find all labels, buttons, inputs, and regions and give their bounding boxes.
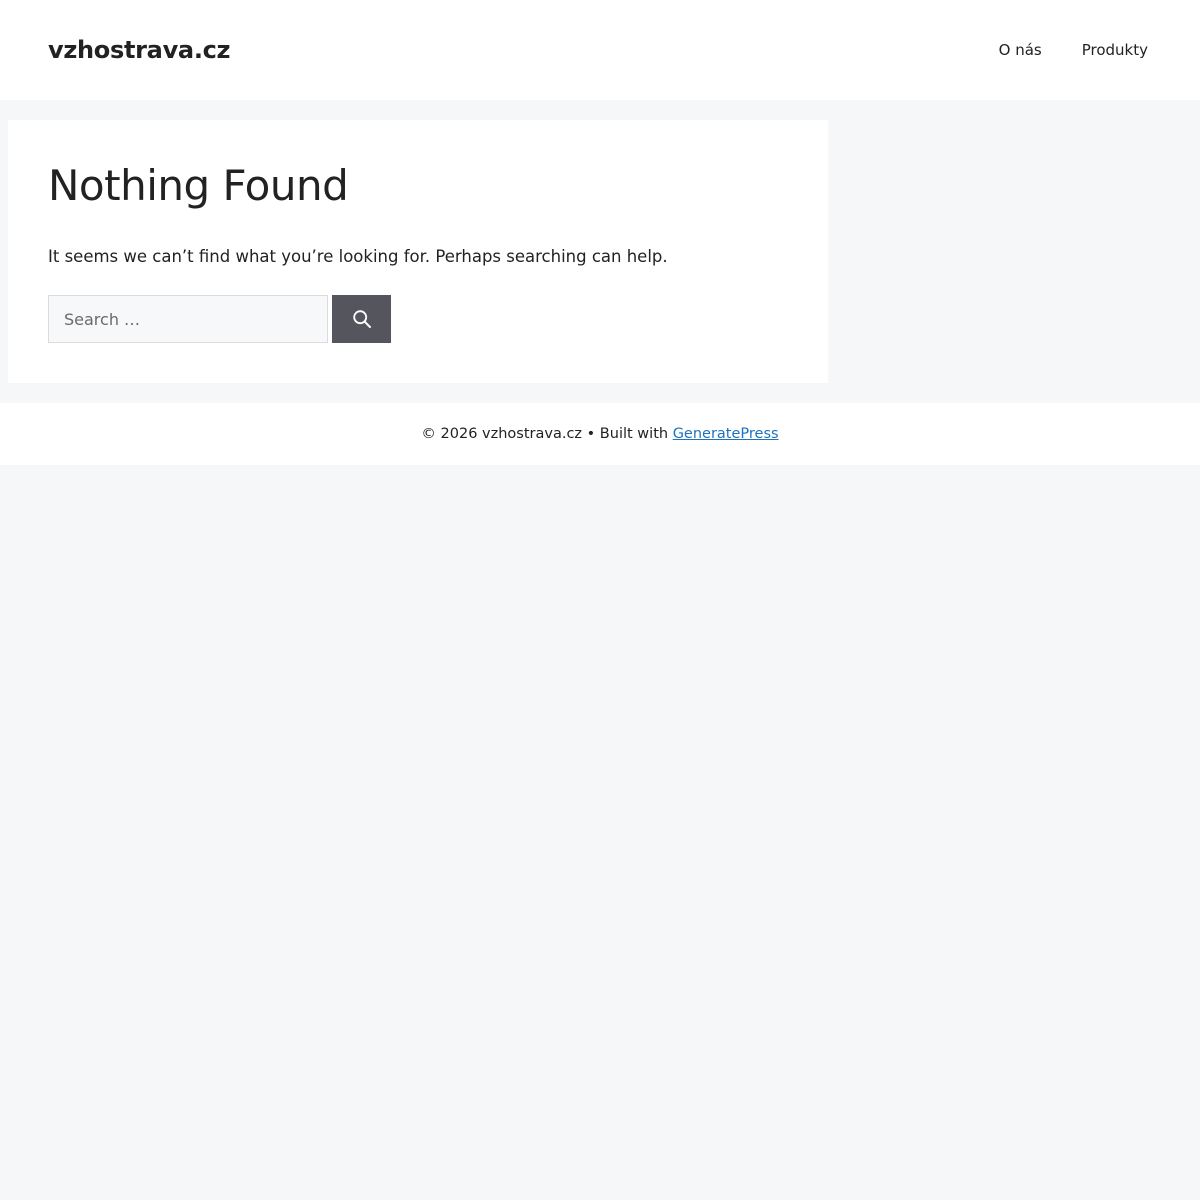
nav-item-o-nas[interactable]: O nás	[979, 30, 1062, 70]
page-title: Nothing Found	[48, 161, 349, 210]
not-found-message: It seems we can’t find what you’re looki…	[48, 247, 668, 266]
footer-copyright: © 2026 vzhostrava.cz • Built with	[421, 426, 673, 442]
search-icon	[352, 310, 371, 328]
site-title-link[interactable]: vzhostrava.cz	[48, 34, 231, 66]
search-button[interactable]	[332, 295, 391, 343]
main-navigation: O nás Produkty	[979, 30, 1168, 70]
content-area: Nothing Found It seems we can’t find wha…	[8, 120, 828, 383]
site-header: vzhostrava.cz O nás Produkty	[0, 0, 1200, 100]
nav-item-produkty[interactable]: Produkty	[1062, 30, 1168, 70]
generatepress-link[interactable]: GeneratePress	[673, 426, 779, 442]
site-footer: © 2026 vzhostrava.cz • Built with Genera…	[0, 403, 1200, 465]
search-input[interactable]	[48, 295, 328, 343]
search-form	[48, 295, 391, 343]
